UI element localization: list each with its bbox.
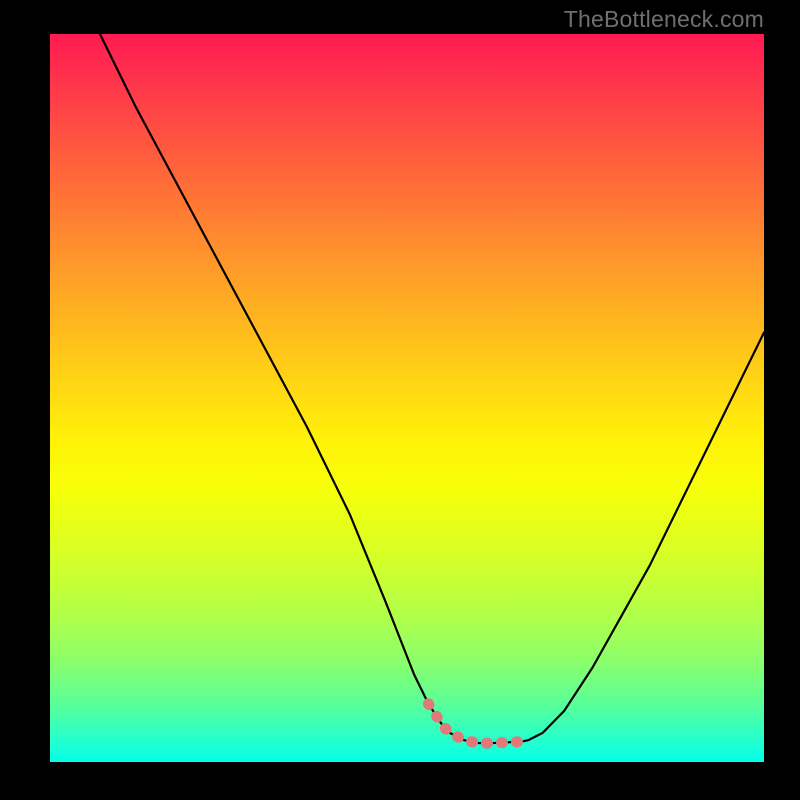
bottleneck-curve bbox=[100, 34, 764, 743]
optimal-range-marker bbox=[428, 704, 528, 743]
chart-container: TheBottleneck.com bbox=[0, 0, 800, 800]
plot-area bbox=[50, 34, 764, 762]
chart-svg bbox=[50, 34, 764, 762]
watermark-text: TheBottleneck.com bbox=[564, 6, 764, 33]
